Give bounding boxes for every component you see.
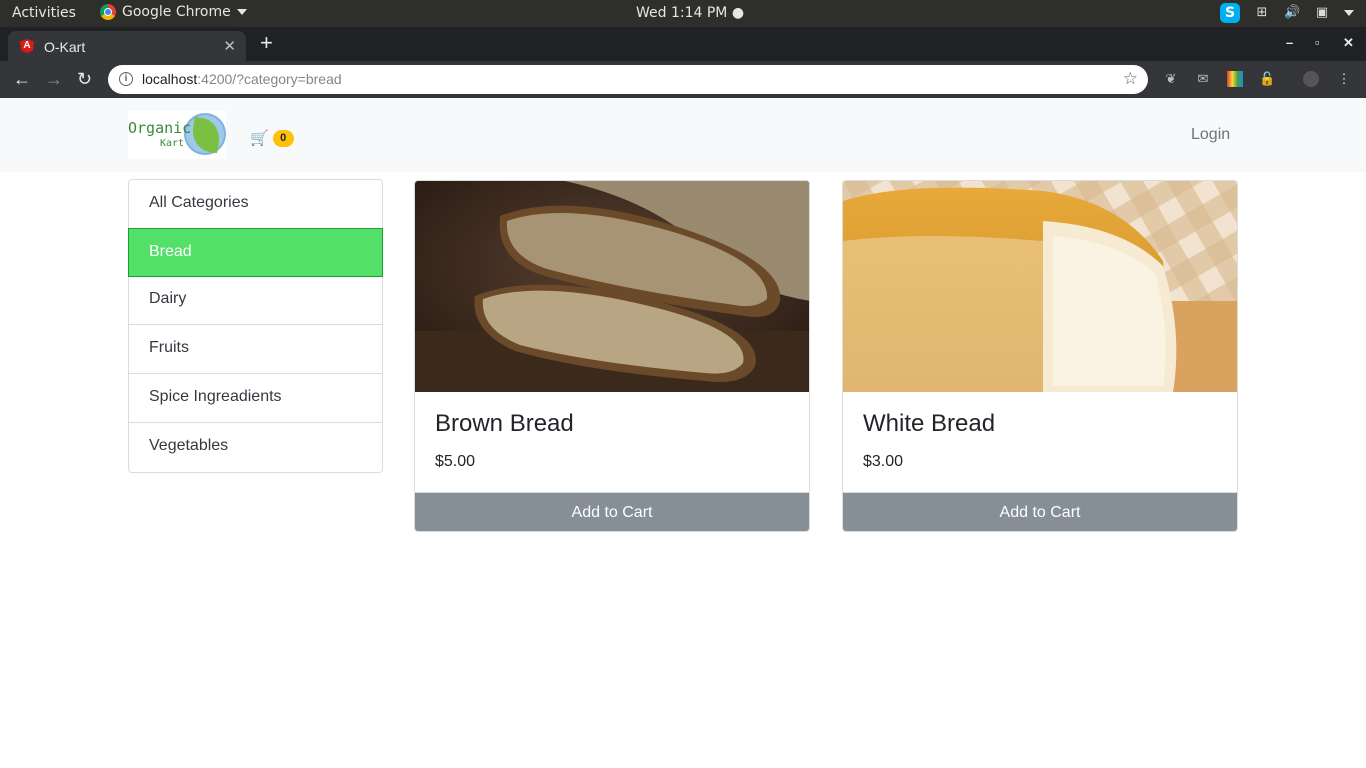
category-item-dairy[interactable]: Dairy [129,276,382,325]
close-tab-icon[interactable]: ✕ [223,37,236,55]
reload-button[interactable]: ↻ [77,69,92,89]
category-item-all[interactable]: All Categories [129,180,382,229]
product-image-brown-bread [415,181,809,392]
extension-icon[interactable]: ❦ [1163,71,1179,87]
volume-icon[interactable]: 🔊 [1284,5,1300,21]
system-tray: S ⊞ 🔊 ▣ [1220,3,1354,23]
minimize-window-icon[interactable]: – [1286,35,1293,50]
back-button[interactable]: ← [13,69,31,89]
tab-strip: A O-Kart ✕ + – ▫ ✕ [0,27,1366,61]
shopping-cart-link[interactable]: 🛒 0 [250,129,294,147]
power-menu-icon[interactable]: ▣ [1314,5,1330,21]
category-item-vegetables[interactable]: Vegetables [129,423,382,472]
login-link[interactable]: Login [1191,126,1230,144]
category-item-fruits[interactable]: Fruits [129,325,382,374]
product-image-white-bread [843,181,1237,392]
skype-icon[interactable]: S [1220,3,1240,23]
product-price: $5.00 [435,453,476,470]
product-name: Brown Bread [435,410,574,437]
url-text: localhost:4200/?category=bread [142,71,342,87]
clock-label: Wed 1:14 PM [636,5,728,21]
logo-text-organic: Organic [128,119,192,137]
app-menu[interactable]: Google Chrome [100,4,247,20]
category-item-bread[interactable]: Bread [128,228,383,277]
app-menu-label: Google Chrome [122,4,231,20]
activities-button[interactable]: Activities [12,5,76,21]
os-top-bar: Activities Google Chrome Wed 1:14 PM ● S… [0,0,1366,27]
lock-extension-icon[interactable]: 🔓 [1259,71,1275,87]
site-info-icon[interactable]: i [119,72,133,86]
tab-title: O-Kart [44,39,86,55]
product-card: Brown Bread $5.00 Add to Cart [414,180,810,532]
shopping-cart-icon: 🛒 [250,130,269,147]
cart-count-badge: 0 [272,129,294,147]
address-bar[interactable]: i localhost:4200/?category=bread ☆ [108,65,1148,94]
forward-button[interactable]: → [45,69,63,89]
maximize-window-icon[interactable]: ▫ [1315,35,1320,50]
browser-tab[interactable]: A O-Kart ✕ [8,31,246,61]
url-path: :4200/?category=bread [197,71,342,87]
clock[interactable]: Wed 1:14 PM ● [636,5,744,21]
chrome-menu-icon[interactable]: ⋮ [1336,71,1352,87]
app-navbar: Organic Kart 🛒 0 Login [0,98,1366,172]
url-host: localhost [142,71,198,87]
brand-logo[interactable]: Organic Kart [128,111,226,159]
product-name: White Bread [863,410,996,437]
product-card: White Bread $3.00 Add to Cart [842,180,1238,532]
logo-text-kart: Kart [160,138,185,149]
category-list: All Categories Bread Dairy Fruits Spice … [128,179,383,473]
chrome-icon [100,4,116,20]
network-icon[interactable]: ⊞ [1254,5,1270,21]
system-menu-chevron-icon[interactable] [1344,10,1354,16]
bookmark-star-icon[interactable]: ☆ [1123,69,1138,89]
add-to-cart-button[interactable]: Add to Cart [415,492,809,531]
color-extension-icon[interactable] [1227,71,1243,87]
close-window-icon[interactable]: ✕ [1343,35,1354,51]
new-tab-button[interactable]: + [260,32,273,54]
add-to-cart-button[interactable]: Add to Cart [843,492,1237,531]
product-price: $3.00 [863,453,904,470]
chevron-down-icon [236,9,247,15]
category-item-spice[interactable]: Spice Ingreadients [129,374,382,423]
browser-toolbar: ← → ↻ i localhost:4200/?category=bread ☆… [0,61,1366,98]
mail-extension-icon[interactable]: ✉ [1195,71,1211,87]
angular-favicon-icon: A [20,39,34,53]
profile-avatar[interactable] [1303,71,1319,87]
